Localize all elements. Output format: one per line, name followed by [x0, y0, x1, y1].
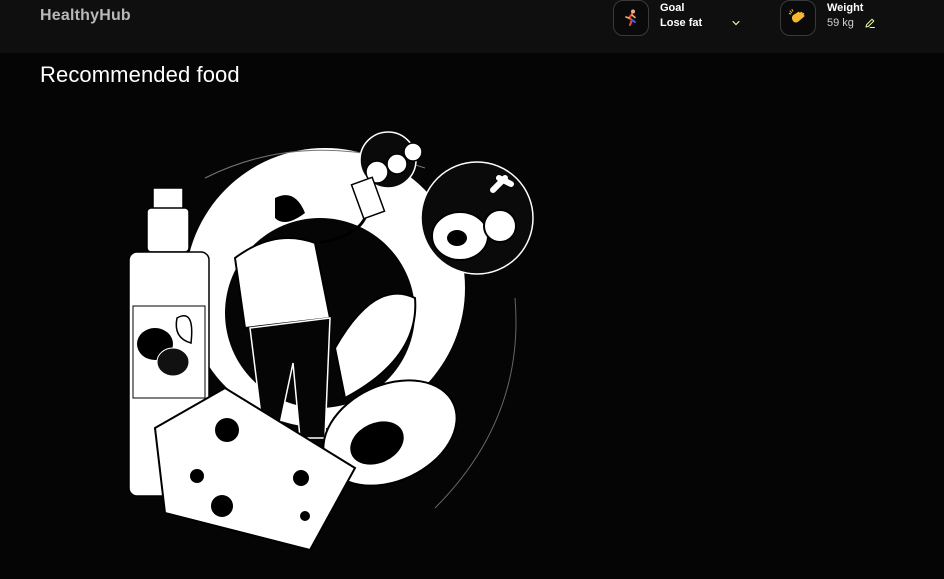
- chevron-down-icon[interactable]: [730, 17, 742, 29]
- bottle-cap: [152, 187, 184, 211]
- meat-hole: [447, 230, 467, 246]
- waving-hand-icon: [788, 9, 805, 23]
- running-person-icon: [625, 9, 636, 27]
- cheese-hole-1: [215, 418, 239, 442]
- cheese-hole-2: [190, 469, 204, 483]
- page-title: Recommended food: [40, 62, 240, 87]
- tomato-3: [403, 142, 423, 162]
- weight-value: 59 kg: [827, 17, 854, 29]
- weight-label: Weight: [827, 2, 864, 14]
- healthy-food-illustration: [128, 131, 534, 552]
- app-logo[interactable]: HealthyHub: [40, 7, 131, 25]
- weight-icon-box: [780, 0, 816, 36]
- weight-display[interactable]: Weight 59 kg: [780, 0, 890, 36]
- cheese-hole-5: [300, 511, 310, 521]
- top-header: HealthyHub Goal Lose fat Weight 59 kg: [0, 0, 944, 53]
- goal-icon-box: [613, 0, 649, 36]
- woman-shirt: [233, 237, 332, 330]
- meat-piece: [483, 209, 517, 243]
- tomato-2: [386, 153, 408, 175]
- olive-2: [156, 347, 190, 377]
- goal-selector[interactable]: Goal Lose fat: [613, 0, 743, 36]
- bottle-neck: [146, 207, 190, 253]
- cheese-hole-3: [211, 495, 233, 517]
- edit-pencil-icon[interactable]: [864, 17, 876, 29]
- goal-value: Lose fat: [660, 17, 703, 29]
- cheese-hole-4: [293, 470, 309, 486]
- goal-label: Goal: [660, 2, 685, 14]
